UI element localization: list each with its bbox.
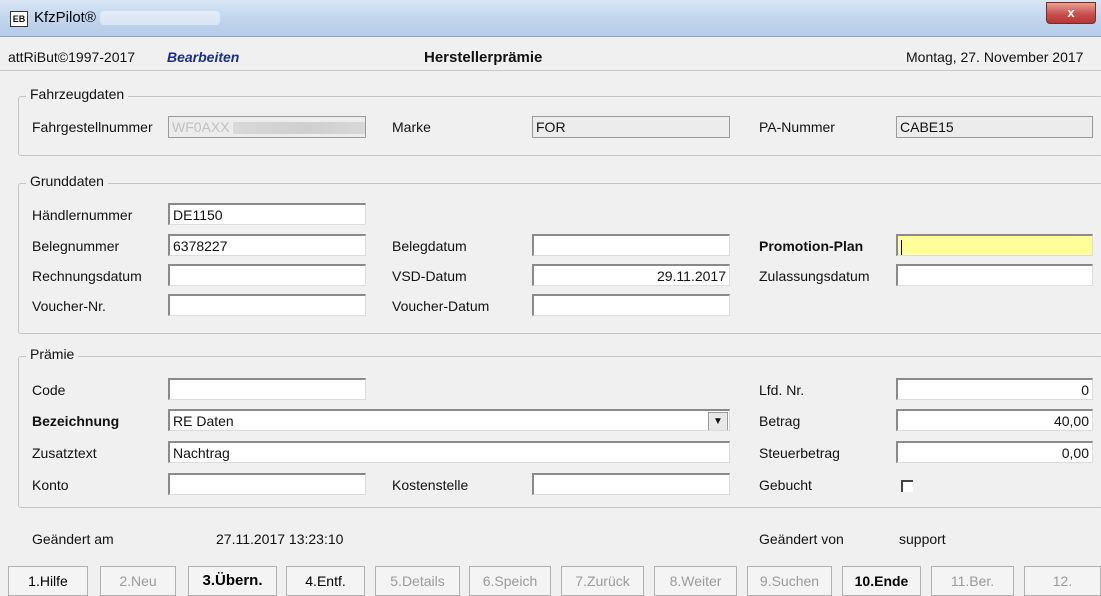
code-field[interactable] — [168, 378, 366, 400]
steuerbetrag-field[interactable]: 0,00 — [896, 441, 1093, 463]
f3-apply-button[interactable]: 3.Übern. — [188, 566, 277, 596]
fahrgestellnummer-value: WF0AXX — [172, 119, 230, 135]
voucher-datum-field[interactable] — [532, 294, 730, 316]
gebucht-label: Gebucht — [759, 477, 812, 493]
kostenstelle-field[interactable] — [532, 473, 730, 495]
fahrgestellnummer-field[interactable]: WF0AXX — [168, 116, 366, 138]
bezeichnung-dropdown[interactable]: RE Daten ▼ — [168, 409, 730, 431]
f12-button[interactable]: 12. — [1024, 566, 1101, 596]
fahrzeugdaten-legend: Fahrzeugdaten — [26, 86, 129, 102]
belegnummer-label: Belegnummer — [32, 238, 120, 254]
promotion-plan-field[interactable] — [896, 234, 1093, 256]
belegdatum-field[interactable] — [532, 234, 730, 256]
geaendert-von-label: Geändert von — [759, 531, 844, 547]
voucher-nr-label: Voucher-Nr. — [32, 298, 106, 314]
chevron-down-icon[interactable]: ▼ — [708, 412, 728, 430]
haendlernummer-field[interactable]: DE1150 — [168, 203, 366, 225]
app-window-icon[interactable]: EB — [10, 11, 28, 27]
belegdatum-label: Belegdatum — [392, 238, 467, 254]
window-title: KfzPilot® — [34, 9, 96, 26]
pa-nummer-field[interactable]: CABE15 — [896, 116, 1093, 138]
marke-label: Marke — [392, 119, 431, 135]
bezeichnung-value: RE Daten — [173, 413, 234, 429]
grunddaten-legend: Grunddaten — [26, 173, 108, 189]
lfd-nr-field[interactable]: 0 — [896, 378, 1093, 400]
betrag-field[interactable]: 40,00 — [896, 409, 1093, 431]
promotion-plan-label: Promotion-Plan — [759, 238, 864, 254]
geaendert-am-label: Geändert am — [32, 531, 114, 547]
title-redacted — [100, 11, 220, 25]
pa-nummer-label: PA-Nummer — [759, 119, 835, 135]
konto-field[interactable] — [168, 473, 366, 495]
f9-search-button[interactable]: 9.Suchen — [747, 566, 832, 596]
steuerbetrag-label: Steuerbetrag — [759, 445, 840, 461]
page-title: Herstellerprämie — [424, 49, 543, 66]
vsd-datum-label: VSD-Datum — [392, 268, 467, 284]
rechnungsdatum-label: Rechnungsdatum — [32, 268, 142, 284]
f4-delete-button[interactable]: 4.Entf. — [286, 566, 365, 596]
geaendert-am-value: 27.11.2017 13:23:10 — [216, 531, 344, 547]
vsd-datum-field[interactable]: 29.11.2017 — [532, 264, 730, 286]
bezeichnung-label: Bezeichnung — [32, 413, 120, 429]
belegnummer-field[interactable]: 6378227 — [168, 234, 366, 256]
current-date: Montag, 27. November 2017 — [906, 49, 1084, 65]
geaendert-von-value: support — [899, 531, 946, 547]
kostenstelle-label: Kostenstelle — [392, 477, 469, 493]
zusatztext-label: Zusatztext — [32, 445, 97, 461]
fahrgestellnummer-label: Fahrgestellnummer — [32, 119, 153, 135]
close-button[interactable]: x — [1046, 2, 1096, 24]
voucher-nr-field[interactable] — [168, 294, 366, 316]
f2-new-button[interactable]: 2.Neu — [100, 566, 176, 596]
zusatztext-field[interactable]: Nachtrag — [168, 441, 730, 463]
praemie-legend: Prämie — [26, 346, 79, 362]
konto-label: Konto — [32, 477, 69, 493]
f1-help-button[interactable]: 1.Hilfe — [8, 566, 88, 596]
f8-next-button[interactable]: 8.Weiter — [654, 566, 737, 596]
mode-indicator: Bearbeiten — [167, 49, 240, 65]
marke-field[interactable]: FOR — [532, 116, 730, 138]
code-label: Code — [32, 382, 66, 398]
f5-details-button[interactable]: 5.Details — [375, 566, 460, 596]
f10-exit-button[interactable]: 10.Ende — [842, 566, 921, 596]
zulassungsdatum-label: Zulassungsdatum — [759, 268, 870, 284]
text-caret — [901, 239, 902, 255]
redacted-block — [233, 122, 365, 135]
haendlernummer-label: Händlernummer — [32, 207, 133, 223]
betrag-label: Betrag — [759, 413, 801, 429]
voucher-datum-label: Voucher-Datum — [392, 298, 490, 314]
rechnungsdatum-field[interactable] — [168, 264, 366, 286]
f7-back-button[interactable]: 7.Zurück — [561, 566, 644, 596]
f11-ber-button[interactable]: 11.Ber. — [931, 566, 1014, 596]
lfd-nr-label: Lfd. Nr. — [759, 382, 805, 398]
gebucht-checkbox[interactable] — [901, 480, 913, 492]
f6-save-button[interactable]: 6.Speich — [469, 566, 551, 596]
copyright-text: attRiBut©1997-2017 — [8, 49, 136, 65]
zulassungsdatum-field[interactable] — [896, 264, 1093, 286]
